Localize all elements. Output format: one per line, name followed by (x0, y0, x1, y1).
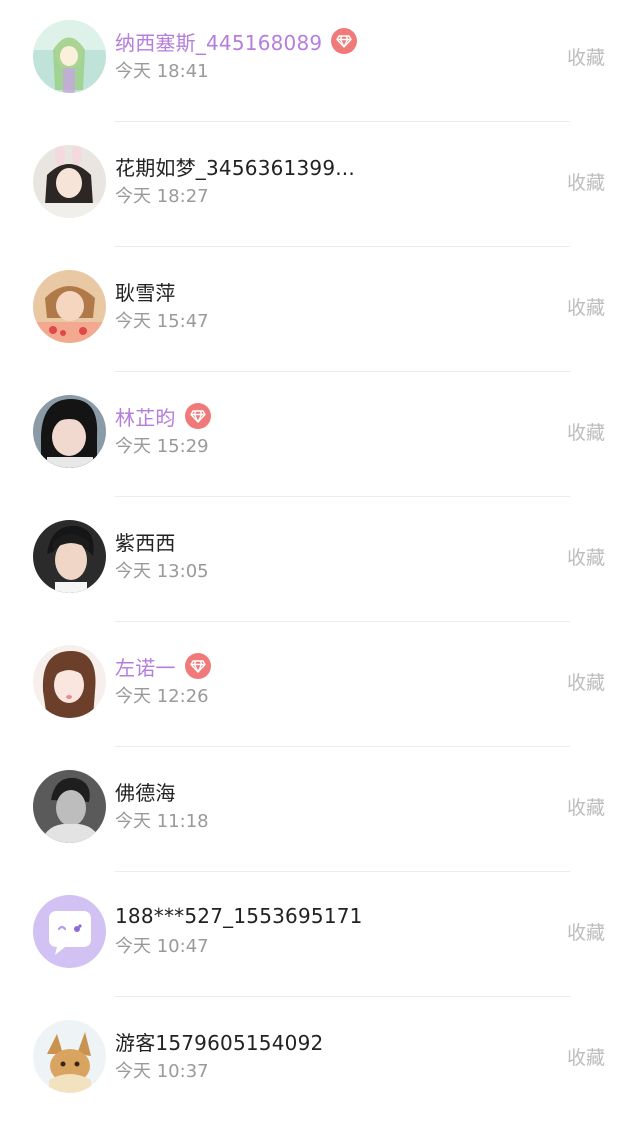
username: 纳西塞斯_445168089 (115, 30, 323, 55)
avatar[interactable] (33, 395, 106, 468)
visit-time: 今天 15:29 (115, 436, 209, 457)
favorite-button[interactable]: 收藏 (567, 1043, 605, 1070)
visit-time: 今天 12:26 (115, 686, 209, 707)
follow-list: 纳西塞斯_445168089 今天 18:41 收藏 花期如梦_34563613… (0, 0, 640, 1122)
username: 188***527_1553695171 (115, 904, 363, 928)
list-item[interactable]: 花期如梦_3456361399... 今天 18:27 收藏 (0, 122, 640, 247)
favorite-button[interactable]: 收藏 (567, 668, 605, 695)
list-item[interactable]: 左诺一 今天 12:26 收藏 (0, 622, 640, 747)
username: 左诺一 (115, 655, 176, 680)
vip-diamond-icon (331, 28, 358, 54)
visit-time: 今天 10:47 (115, 936, 209, 957)
list-item[interactable]: 佛德海 今天 11:18 收藏 (0, 747, 640, 872)
avatar-anime-girl-icon (33, 20, 106, 93)
username: 耿雪萍 (115, 280, 176, 305)
favorite-button[interactable]: 收藏 (567, 793, 605, 820)
avatar-man-bw-icon (33, 770, 106, 843)
avatar[interactable] (33, 270, 106, 343)
vip-diamond-icon (184, 653, 211, 679)
avatar[interactable] (33, 520, 106, 593)
favorite-button[interactable]: 收藏 (567, 293, 605, 320)
favorite-button[interactable]: 收藏 (567, 43, 605, 70)
username: 花期如梦_3456361399... (115, 155, 355, 180)
visit-time: 今天 13:05 (115, 561, 209, 582)
favorite-button[interactable]: 收藏 (567, 168, 605, 195)
avatar[interactable] (33, 20, 106, 93)
list-item[interactable]: 188***527_1553695171 今天 10:47 收藏 (0, 872, 640, 997)
username: 游客1579605154092 (115, 1030, 324, 1055)
username: 林芷昀 (115, 405, 176, 430)
favorite-button[interactable]: 收藏 (567, 543, 605, 570)
list-item[interactable]: 耿雪萍 今天 15:47 收藏 (0, 247, 640, 372)
visit-time: 今天 11:18 (115, 811, 209, 832)
visit-time: 今天 18:41 (115, 61, 209, 82)
vip-diamond-icon (184, 403, 211, 429)
avatar-girl-bangs-icon (33, 395, 106, 468)
list-item[interactable]: 林芷昀 今天 15:29 收藏 (0, 372, 640, 497)
visit-time: 今天 10:37 (115, 1061, 209, 1082)
visit-time: 今天 18:27 (115, 186, 209, 207)
avatar-eevee-cartoon-icon (33, 1020, 106, 1093)
avatar[interactable] (33, 895, 106, 968)
avatar[interactable] (33, 770, 106, 843)
avatar-girl-brown-hair-icon (33, 645, 106, 718)
list-item[interactable]: 纳西塞斯_445168089 今天 18:41 收藏 (0, 0, 640, 122)
favorite-button[interactable]: 收藏 (567, 918, 605, 945)
username: 佛德海 (115, 780, 176, 805)
favorite-button[interactable]: 收藏 (567, 418, 605, 445)
avatar-bunny-ears-girl-icon (33, 145, 106, 218)
avatar-boy-photo-icon (33, 520, 106, 593)
avatar-woman-photo-icon (33, 270, 106, 343)
avatar[interactable] (33, 1020, 106, 1093)
list-item[interactable]: 紫西西 今天 13:05 收藏 (0, 497, 640, 622)
avatar[interactable] (33, 145, 106, 218)
username: 紫西西 (115, 530, 176, 555)
visit-time: 今天 15:47 (115, 311, 209, 332)
avatar-default-chat-bubble-icon (33, 895, 106, 968)
avatar[interactable] (33, 645, 106, 718)
list-item[interactable]: 游客1579605154092 今天 10:37 收藏 (0, 997, 640, 1122)
